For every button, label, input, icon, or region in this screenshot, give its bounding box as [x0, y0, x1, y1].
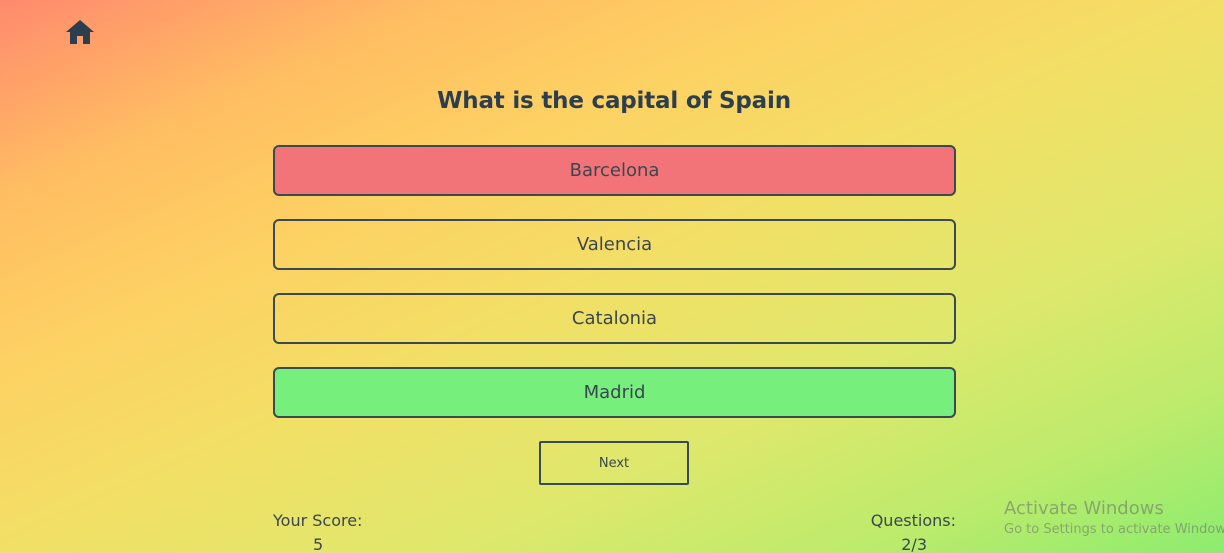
answer-option-catalonia[interactable]: Catalonia — [273, 293, 956, 344]
questions-label: Questions: — [870, 511, 956, 530]
answer-option-label: Madrid — [583, 382, 646, 403]
answer-option-madrid[interactable]: Madrid — [273, 367, 956, 418]
activate-windows-watermark: Activate Windows Go to Settings to activ… — [1004, 498, 1224, 537]
score-display: Your Score: 5 — [273, 511, 362, 553]
question-counter: Questions: 2/3 — [871, 511, 956, 553]
questions-value: 2/3 — [901, 535, 927, 553]
score-label: Your Score: — [273, 511, 363, 530]
watermark-subtitle: Go to Settings to activate Windows. — [1004, 522, 1224, 537]
answer-option-label: Valencia — [576, 234, 653, 255]
answer-option-label: Barcelona — [569, 160, 660, 181]
answer-options: Barcelona Valencia Catalonia Madrid — [273, 145, 956, 441]
answer-option-label: Catalonia — [571, 308, 658, 329]
home-button[interactable] — [65, 18, 95, 46]
next-button-label: Next — [598, 455, 630, 471]
answer-option-barcelona[interactable]: Barcelona — [273, 145, 956, 196]
next-button[interactable]: Next — [539, 441, 689, 485]
score-value: 5 — [313, 535, 324, 553]
watermark-title: Activate Windows — [1004, 498, 1164, 519]
question-title: What is the capital of Spain — [437, 88, 791, 114]
answer-option-valencia[interactable]: Valencia — [273, 219, 956, 270]
home-icon — [65, 18, 95, 46]
